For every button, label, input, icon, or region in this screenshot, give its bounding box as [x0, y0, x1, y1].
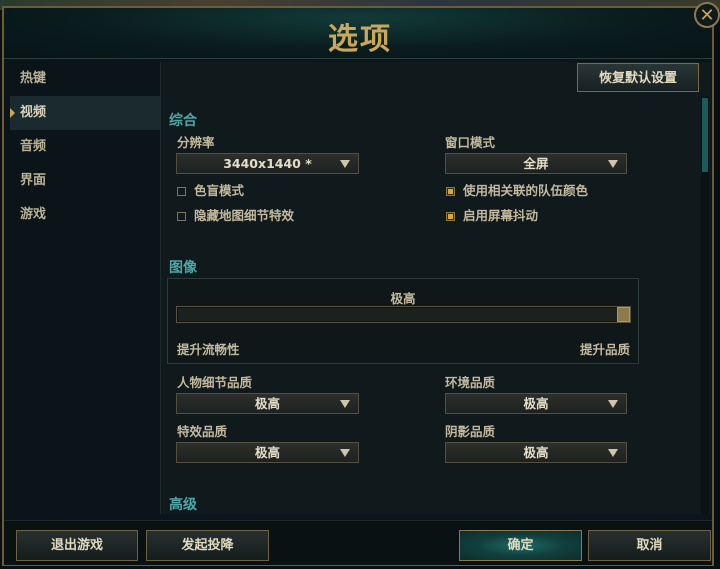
team-colors-checkbox[interactable]: 使用相关联的队伍颜色 [446, 183, 588, 199]
checkbox-icon [177, 187, 186, 196]
window-mode-value: 全屏 [523, 156, 549, 171]
close-icon: ✕ [699, 5, 715, 26]
resolution-label: 分辨率 [177, 135, 215, 150]
graphics-quality-slider[interactable] [176, 306, 631, 323]
performance-label: 提升流畅性 [177, 342, 240, 357]
checkbox-checked-icon [446, 212, 455, 221]
chevron-down-icon [340, 400, 350, 408]
checkbox-icon [177, 212, 186, 221]
chevron-down-icon [340, 449, 350, 457]
hide-map-effects-checkbox[interactable]: 隐藏地图细节特效 [177, 208, 294, 224]
window-title: 选项 [328, 22, 392, 57]
chevron-down-icon [608, 400, 618, 408]
hide-map-effects-label: 隐藏地图细节特效 [194, 208, 295, 223]
section-title-general: 综合 [169, 113, 197, 129]
character-quality-dropdown[interactable]: 极高 [176, 393, 359, 414]
sidebar-item-audio[interactable]: 音频 [10, 130, 160, 164]
character-quality-value: 极高 [254, 396, 280, 411]
effects-quality-dropdown[interactable]: 极高 [176, 442, 359, 463]
restore-defaults-button[interactable]: 恢复默认设置 [577, 63, 699, 92]
close-button[interactable]: ✕ [694, 2, 720, 28]
slider-handle[interactable] [617, 307, 630, 322]
section-title-graphics: 图像 [169, 260, 197, 276]
effects-quality-label: 特效品质 [177, 424, 228, 439]
screen-shake-label: 启用屏幕抖动 [463, 208, 539, 223]
sidebar-item-interface[interactable]: 界面 [10, 164, 160, 198]
character-quality-label: 人物细节品质 [177, 375, 253, 390]
sidebar-item-game[interactable]: 游戏 [10, 198, 160, 232]
environment-quality-dropdown[interactable]: 极高 [445, 393, 627, 414]
shadow-quality-label: 阴影品质 [445, 424, 496, 439]
chevron-down-icon [340, 160, 350, 168]
shadow-quality-dropdown[interactable]: 极高 [445, 442, 627, 463]
environment-quality-value: 极高 [523, 396, 549, 411]
ok-button[interactable]: 确定 [459, 530, 582, 561]
checkbox-checked-icon [446, 187, 455, 196]
chevron-down-icon [608, 160, 618, 168]
exit-game-button[interactable]: 退出游戏 [16, 530, 138, 561]
chevron-down-icon [608, 449, 618, 457]
quality-label: 提升品质 [579, 342, 630, 357]
resolution-value: 3440x1440 * [223, 156, 312, 171]
resolution-dropdown[interactable]: 3440x1440 * [176, 153, 359, 174]
shadow-quality-value: 极高 [523, 445, 549, 460]
graphics-level-label: 极高 [390, 291, 416, 306]
slider-fill [178, 308, 617, 321]
sidebar-item-video[interactable]: 视频 [10, 96, 160, 130]
cancel-button[interactable]: 取消 [588, 530, 711, 561]
window-mode-label: 窗口模式 [445, 135, 496, 150]
window-mode-dropdown[interactable]: 全屏 [445, 153, 627, 174]
colorblind-label: 色盲模式 [194, 183, 245, 198]
sidebar: 热键 视频 音频 界面 游戏 [10, 62, 160, 232]
effects-quality-value: 极高 [254, 445, 280, 460]
surrender-button[interactable]: 发起投降 [146, 530, 269, 561]
section-title-advanced: 高级 [169, 497, 197, 513]
screen-shake-checkbox[interactable]: 启用屏幕抖动 [446, 208, 538, 224]
scrollbar-thumb[interactable] [702, 98, 708, 172]
environment-quality-label: 环境品质 [445, 375, 496, 390]
team-colors-label: 使用相关联的队伍颜色 [463, 183, 589, 198]
sidebar-item-hotkeys[interactable]: 热键 [10, 62, 160, 96]
colorblind-checkbox[interactable]: 色盲模式 [177, 183, 244, 199]
